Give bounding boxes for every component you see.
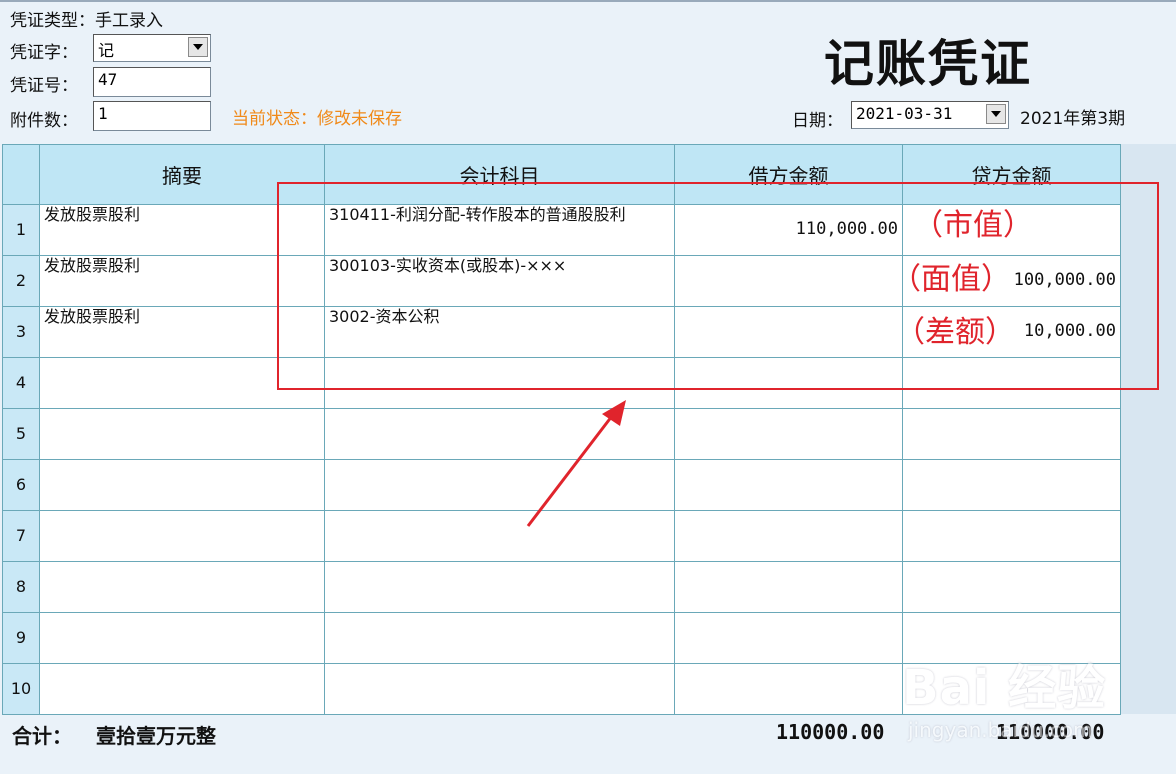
row-number: 10: [2, 663, 40, 715]
cell-debit[interactable]: [674, 612, 903, 664]
cell-summary[interactable]: 发放股票股利: [39, 306, 325, 358]
cell-credit[interactable]: [902, 510, 1121, 562]
table-row[interactable]: 9: [2, 612, 1121, 664]
voucher-no-label: 凭证号：: [10, 76, 78, 96]
status-text: 当前状态：修改未保存: [232, 109, 402, 129]
cell-debit[interactable]: [674, 459, 903, 511]
cell-credit[interactable]: [902, 459, 1121, 511]
cell-debit[interactable]: [674, 306, 903, 358]
row-number: 2: [2, 255, 40, 307]
row-number: 4: [2, 357, 40, 409]
cell-credit[interactable]: [902, 663, 1121, 715]
cell-summary[interactable]: 发放股票股利: [39, 204, 325, 256]
cell-account[interactable]: 3002-资本公积: [324, 306, 675, 358]
total-amount-words: 壹拾壹万元整: [96, 724, 216, 748]
cell-debit[interactable]: [674, 357, 903, 409]
cell-debit[interactable]: 110,000.00: [674, 204, 903, 256]
period-text: 2021年第3期: [1020, 109, 1126, 129]
cell-account[interactable]: 300103-实收资本(或股本)-×××: [324, 255, 675, 307]
total-credit: 110000.00: [996, 720, 1105, 744]
voucher-type-label: 凭证类型：手工录入: [10, 11, 163, 31]
cell-debit[interactable]: [674, 561, 903, 613]
cell-summary[interactable]: [39, 510, 325, 562]
cell-summary[interactable]: [39, 612, 325, 664]
row-number: 1: [2, 204, 40, 256]
voucher-no-value: 47: [98, 70, 118, 89]
cell-summary[interactable]: [39, 561, 325, 613]
cell-summary[interactable]: 发放股票股利: [39, 255, 325, 307]
table-header-row: 摘要 会计科目 借方金额 贷方金额: [2, 144, 1121, 205]
total-debit: 110000.00: [776, 720, 885, 744]
voucher-no-input[interactable]: 47: [93, 67, 211, 97]
cell-credit[interactable]: [902, 612, 1121, 664]
chevron-down-icon[interactable]: [188, 37, 208, 57]
column-header-account: 会计科目: [324, 144, 675, 205]
cell-account[interactable]: [324, 408, 675, 460]
table-row[interactable]: 8: [2, 561, 1121, 613]
table-row[interactable]: 5: [2, 408, 1121, 460]
cell-account[interactable]: [324, 459, 675, 511]
cell-account[interactable]: [324, 357, 675, 409]
column-header-debit: 借方金额: [674, 144, 903, 205]
top-border: [0, 0, 1176, 2]
cell-credit[interactable]: [902, 357, 1121, 409]
cell-debit[interactable]: [674, 408, 903, 460]
cell-account[interactable]: [324, 663, 675, 715]
row-number: 3: [2, 306, 40, 358]
row-number: 6: [2, 459, 40, 511]
cell-credit[interactable]: [902, 561, 1121, 613]
cell-debit[interactable]: [674, 510, 903, 562]
page-title: 记账凭证: [824, 34, 1032, 93]
row-number: 5: [2, 408, 40, 460]
voucher-word-label: 凭证字：: [10, 43, 78, 63]
date-select[interactable]: 2021-03-31: [851, 101, 1009, 129]
annotation-face-value: （面值）: [891, 262, 1011, 297]
cell-account[interactable]: [324, 510, 675, 562]
table-row[interactable]: 6: [2, 459, 1121, 511]
table-row[interactable]: 7: [2, 510, 1121, 562]
attachments-label: 附件数：: [10, 111, 78, 131]
cell-account[interactable]: [324, 612, 675, 664]
cell-summary[interactable]: [39, 459, 325, 511]
row-number: 7: [2, 510, 40, 562]
cell-summary[interactable]: [39, 408, 325, 460]
cell-account[interactable]: [324, 561, 675, 613]
total-label: 合计：: [12, 724, 72, 748]
row-number: 9: [2, 612, 40, 664]
cell-account[interactable]: 310411-利润分配-转作股本的普通股股利: [324, 204, 675, 256]
grid-side-panel: [1120, 144, 1176, 714]
cell-debit[interactable]: [674, 255, 903, 307]
annotation-market-value: （市值）: [913, 208, 1033, 243]
annotation-difference: （差额）: [895, 315, 1015, 350]
column-header-credit: 贷方金额: [902, 144, 1121, 205]
chevron-down-icon[interactable]: [986, 104, 1006, 124]
date-value: 2021-03-31: [856, 104, 953, 123]
column-header-summary: 摘要: [39, 144, 325, 205]
cell-credit[interactable]: [902, 408, 1121, 460]
attachments-input[interactable]: 1: [93, 101, 211, 131]
cell-summary[interactable]: [39, 357, 325, 409]
attachments-value: 1: [98, 104, 108, 123]
table-row[interactable]: 4: [2, 357, 1121, 409]
table-row[interactable]: 10: [2, 663, 1121, 715]
row-number-header: [2, 144, 40, 205]
date-label: 日期：: [792, 111, 843, 131]
cell-debit[interactable]: [674, 663, 903, 715]
voucher-type-value: 手工录入: [95, 11, 163, 31]
voucher-word-select[interactable]: 记: [93, 34, 211, 62]
cell-summary[interactable]: [39, 663, 325, 715]
row-number: 8: [2, 561, 40, 613]
voucher-word-value: 记: [98, 41, 115, 60]
